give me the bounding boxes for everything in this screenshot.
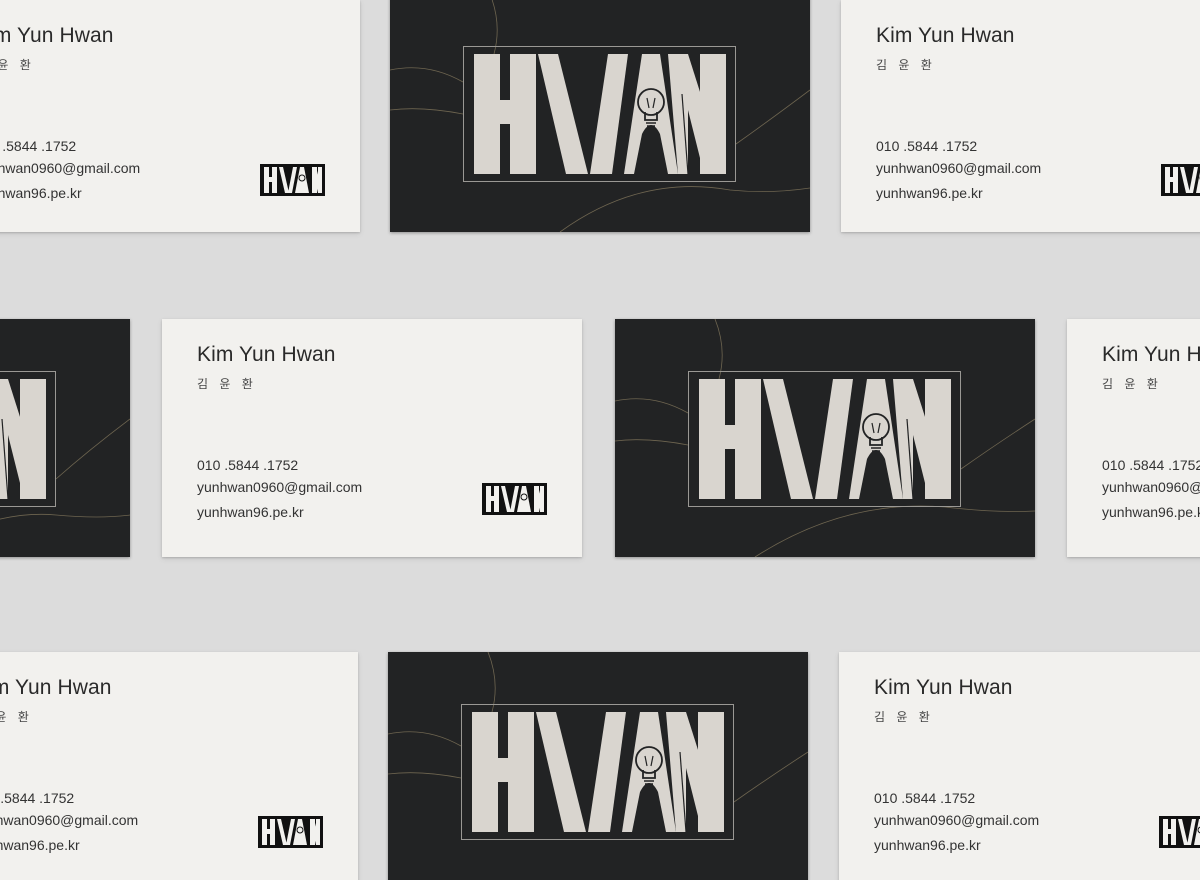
card-name-korean: 김 윤 환 xyxy=(0,58,35,72)
card-phone: 010 .5844 .1752 xyxy=(0,138,77,154)
card-website: yunhwan96.pe.kr xyxy=(874,837,981,853)
hwan-logo-mini xyxy=(482,483,547,515)
hwan-logo-mini xyxy=(1161,164,1200,196)
card-phone: 010 .5844 .1752 xyxy=(0,790,75,806)
card-email: yunhwan0960@gmail.com xyxy=(197,479,363,495)
card-website: yunhwan96.pe.kr xyxy=(0,185,82,201)
business-card-mockup-scene: Kim Yun Hwan 김 윤 환 010 .5844 .1752 yunhw… xyxy=(0,0,1200,880)
card-email: yunhwan0960@gmail.com xyxy=(1102,479,1200,495)
hwan-logo xyxy=(0,379,46,499)
card-phone: 010 .5844 .1752 xyxy=(197,457,299,473)
business-card-front: Kim Yun Hwan 김 윤 환 010 .5844 .1752 yunhw… xyxy=(162,319,582,557)
business-card-back xyxy=(388,652,808,880)
business-card-back xyxy=(615,319,1035,557)
hwan-logo xyxy=(474,54,726,174)
card-name-korean: 김 윤 환 xyxy=(197,377,257,391)
business-card-back xyxy=(0,319,130,557)
card-email: yunhwan0960@gmail.com xyxy=(0,812,139,828)
card-phone: 010 .5844 .1752 xyxy=(876,138,978,154)
card-website: yunhwan96.pe.kr xyxy=(197,504,304,520)
card-name-korean: 김 윤 환 xyxy=(876,58,936,72)
card-name: Kim Yun Hwan xyxy=(1102,343,1200,366)
card-name: Kim Yun Hwan xyxy=(197,343,336,366)
card-website: yunhwan96.pe.kr xyxy=(876,185,983,201)
card-name: Kim Yun Hwan xyxy=(0,676,112,699)
card-website: yunhwan96.pe.kr xyxy=(1102,504,1200,520)
card-email: yunhwan0960@gmail.com xyxy=(874,812,1040,828)
hwan-logo-mini xyxy=(260,164,325,196)
card-name-korean: 김 윤 환 xyxy=(1102,377,1162,391)
business-card-back xyxy=(390,0,810,232)
hwan-logo xyxy=(699,379,951,499)
hwan-logo xyxy=(472,712,724,832)
card-phone: 010 .5844 .1752 xyxy=(1102,457,1200,473)
card-name: Kim Yun Hwan xyxy=(0,24,114,47)
business-card-front: Kim Yun Hwan 김 윤 환 010 .5844 .1752 yunhw… xyxy=(1067,319,1200,557)
card-name-korean: 김 윤 환 xyxy=(874,710,934,724)
business-card-front: Kim Yun Hwan 김 윤 환 010 .5844 .1752 yunhw… xyxy=(0,652,358,880)
card-email: yunhwan0960@gmail.com xyxy=(0,160,141,176)
card-website: yunhwan96.pe.kr xyxy=(0,837,80,853)
card-name-korean: 김 윤 환 xyxy=(0,710,33,724)
hwan-logo-mini xyxy=(258,816,323,848)
card-name: Kim Yun Hwan xyxy=(876,24,1015,47)
card-name: Kim Yun Hwan xyxy=(874,676,1013,699)
business-card-front: Kim Yun Hwan 김 윤 환 010 .5844 .1752 yunhw… xyxy=(0,0,360,232)
business-card-front: Kim Yun Hwan 김 윤 환 010 .5844 .1752 yunhw… xyxy=(841,0,1200,232)
card-email: yunhwan0960@gmail.com xyxy=(876,160,1042,176)
business-card-front: Kim Yun Hwan 김 윤 환 010 .5844 .1752 yunhw… xyxy=(839,652,1200,880)
card-phone: 010 .5844 .1752 xyxy=(874,790,976,806)
hwan-logo-mini xyxy=(1159,816,1200,848)
